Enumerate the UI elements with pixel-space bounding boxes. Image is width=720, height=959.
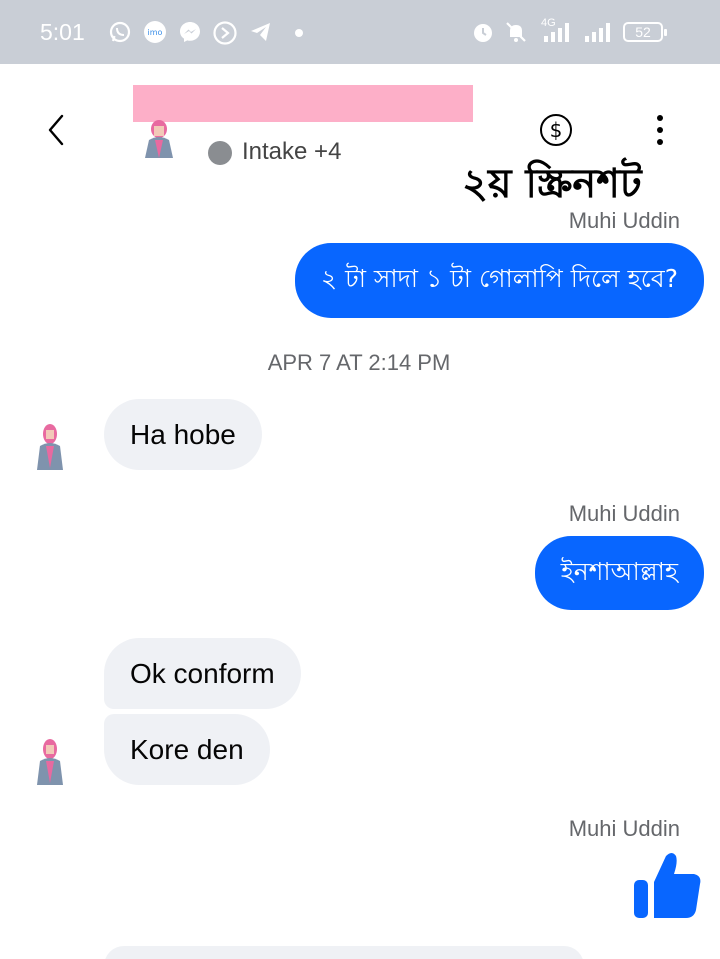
telegram-icon	[251, 23, 270, 41]
avatar[interactable]	[34, 737, 66, 787]
sender-name: Muhi Uddin	[568, 501, 680, 526]
svg-text:imo: imo	[148, 28, 163, 37]
message-bubble[interactable]: Ok conform	[104, 638, 301, 709]
sender-name: Muhi Uddin	[568, 816, 680, 841]
app-icon	[213, 21, 237, 45]
status-time: 5:01	[40, 19, 85, 45]
mute-icon	[506, 22, 526, 42]
avatar[interactable]	[140, 118, 178, 160]
imo-icon: imo	[144, 21, 166, 43]
back-icon[interactable]	[42, 110, 72, 150]
avatar[interactable]	[34, 422, 66, 472]
contact-name-redaction	[133, 85, 473, 122]
alarm-icon	[474, 24, 492, 42]
signal-icon	[544, 23, 569, 42]
notification-dot	[295, 29, 303, 37]
thumbs-up-icon[interactable]	[630, 848, 704, 922]
sender-name: Muhi Uddin	[568, 208, 680, 233]
battery-icon: 52	[623, 22, 667, 42]
header-subtitle: Intake +4	[242, 138, 342, 165]
signal-icon	[585, 23, 610, 42]
whatsapp-icon	[109, 21, 131, 43]
message-bubble[interactable]	[104, 946, 584, 959]
message-text: Ha hobe	[130, 418, 236, 450]
message-timestamp: APR 7 AT 2:14 PM	[267, 350, 451, 375]
message-text: ইনশাআল্লাহ	[560, 556, 678, 586]
messenger-icon	[180, 22, 200, 42]
more-icon[interactable]	[650, 112, 670, 152]
message-bubble[interactable]: ইনশাআল্লাহ	[534, 536, 704, 610]
svg-text:$: $	[550, 118, 563, 142]
message-text: Ok conform	[130, 657, 275, 689]
presence-dot	[208, 141, 232, 165]
message-text: Kore den	[130, 733, 244, 765]
dollar-icon[interactable]: $	[539, 113, 573, 147]
status-bar: 5:01 imo 4G 52	[0, 0, 720, 64]
message-bubble[interactable]: ২ টা সাদা ১ টা গোলাপি দিলে হবে?	[294, 243, 704, 318]
message-text: ২ টা সাদা ১ টা গোলাপি দিলে হবে?	[320, 264, 678, 293]
message-bubble[interactable]: Ha hobe	[104, 399, 262, 470]
message-bubble[interactable]: Kore den	[104, 714, 270, 785]
